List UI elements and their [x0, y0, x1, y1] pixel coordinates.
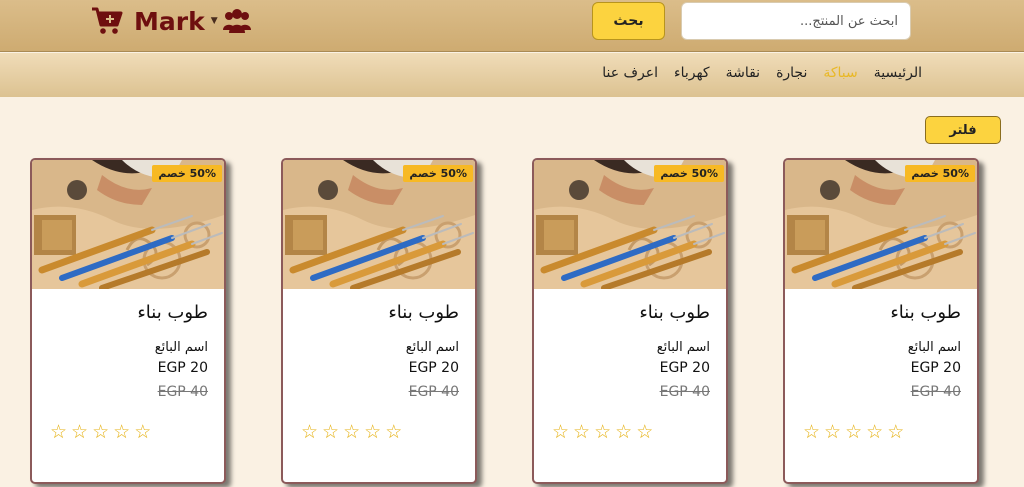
- product-price: EGP 20: [157, 360, 208, 376]
- rating-stars[interactable]: ☆ ☆ ☆ ☆ ☆: [803, 423, 904, 442]
- old-price: EGP 40: [408, 384, 459, 400]
- search-input[interactable]: [681, 2, 911, 40]
- product-price: EGP 20: [659, 360, 710, 376]
- nav-list: الرئيسية سباكة نجارة نقاشة كهرباء اعرف ع…: [602, 65, 922, 81]
- product-card[interactable]: 50% خصم طوب بناء اسم البائع EGP 20 EGP 4…: [30, 158, 226, 484]
- seller-name[interactable]: اسم البائع: [406, 340, 459, 355]
- star-outline-icon[interactable]: ☆: [803, 423, 820, 442]
- star-outline-icon[interactable]: ☆: [615, 423, 632, 442]
- main-nav: الرئيسية سباكة نجارة نقاشة كهرباء اعرف ع…: [0, 53, 1024, 97]
- nav-item-home[interactable]: الرئيسية: [874, 65, 922, 81]
- rating-stars[interactable]: ☆ ☆ ☆ ☆ ☆: [50, 423, 151, 442]
- seller-name[interactable]: اسم البائع: [155, 340, 208, 355]
- star-outline-icon[interactable]: ☆: [887, 423, 904, 442]
- star-outline-icon[interactable]: ☆: [385, 423, 402, 442]
- nav-item-about[interactable]: اعرف عنا: [602, 65, 658, 81]
- discount-badge: 50% خصم: [403, 165, 473, 182]
- filter-button[interactable]: فلتر: [925, 116, 1001, 144]
- discount-badge: 50% خصم: [152, 165, 222, 182]
- star-outline-icon[interactable]: ☆: [636, 423, 653, 442]
- old-price: EGP 40: [659, 384, 710, 400]
- star-outline-icon[interactable]: ☆: [113, 423, 130, 442]
- product-title[interactable]: طوب بناء: [639, 302, 710, 323]
- product-title[interactable]: طوب بناء: [137, 302, 208, 323]
- star-outline-icon[interactable]: ☆: [92, 423, 109, 442]
- nav-item-electrical[interactable]: كهرباء: [674, 65, 710, 81]
- star-outline-icon[interactable]: ☆: [594, 423, 611, 442]
- nav-item-painting[interactable]: نقاشة: [726, 65, 760, 81]
- old-price: EGP 40: [157, 384, 208, 400]
- star-outline-icon[interactable]: ☆: [343, 423, 360, 442]
- caret-down-icon[interactable]: ▼: [211, 16, 218, 26]
- star-outline-icon[interactable]: ☆: [301, 423, 318, 442]
- brand-area: Mark ▼: [90, 5, 252, 37]
- product-price: EGP 20: [910, 360, 961, 376]
- old-price: EGP 40: [910, 384, 961, 400]
- star-outline-icon[interactable]: ☆: [71, 423, 88, 442]
- top-header: Mark ▼ بحث: [0, 0, 1024, 52]
- product-card[interactable]: 50% خصم طوب بناء اسم البائع EGP 20 EGP 4…: [281, 158, 477, 484]
- star-outline-icon[interactable]: ☆: [322, 423, 339, 442]
- star-outline-icon[interactable]: ☆: [824, 423, 841, 442]
- star-outline-icon[interactable]: ☆: [50, 423, 67, 442]
- star-outline-icon[interactable]: ☆: [573, 423, 590, 442]
- discount-badge: 50% خصم: [654, 165, 724, 182]
- nav-item-carpentry[interactable]: نجارة: [776, 65, 807, 81]
- star-outline-icon[interactable]: ☆: [866, 423, 883, 442]
- product-price: EGP 20: [408, 360, 459, 376]
- nav-item-plumbing[interactable]: سباكة: [823, 65, 857, 81]
- product-title[interactable]: طوب بناء: [890, 302, 961, 323]
- product-card[interactable]: 50% خصم طوب بناء اسم البائع EGP 20 EGP 4…: [532, 158, 728, 484]
- seller-name[interactable]: اسم البائع: [657, 340, 710, 355]
- rating-stars[interactable]: ☆ ☆ ☆ ☆ ☆: [301, 423, 402, 442]
- star-outline-icon[interactable]: ☆: [364, 423, 381, 442]
- brand-name[interactable]: Mark: [134, 7, 205, 36]
- star-outline-icon[interactable]: ☆: [845, 423, 862, 442]
- search-button[interactable]: بحث: [592, 2, 665, 40]
- rating-stars[interactable]: ☆ ☆ ☆ ☆ ☆: [552, 423, 653, 442]
- star-outline-icon[interactable]: ☆: [552, 423, 569, 442]
- star-outline-icon[interactable]: ☆: [134, 423, 151, 442]
- discount-badge: 50% خصم: [905, 165, 975, 182]
- shopping-cart-icon[interactable]: [90, 6, 124, 36]
- product-title[interactable]: طوب بناء: [388, 302, 459, 323]
- seller-name[interactable]: اسم البائع: [908, 340, 961, 355]
- product-card[interactable]: 50% خصم طوب بناء اسم البائع EGP 20 EGP 4…: [783, 158, 979, 484]
- users-icon[interactable]: [222, 8, 252, 34]
